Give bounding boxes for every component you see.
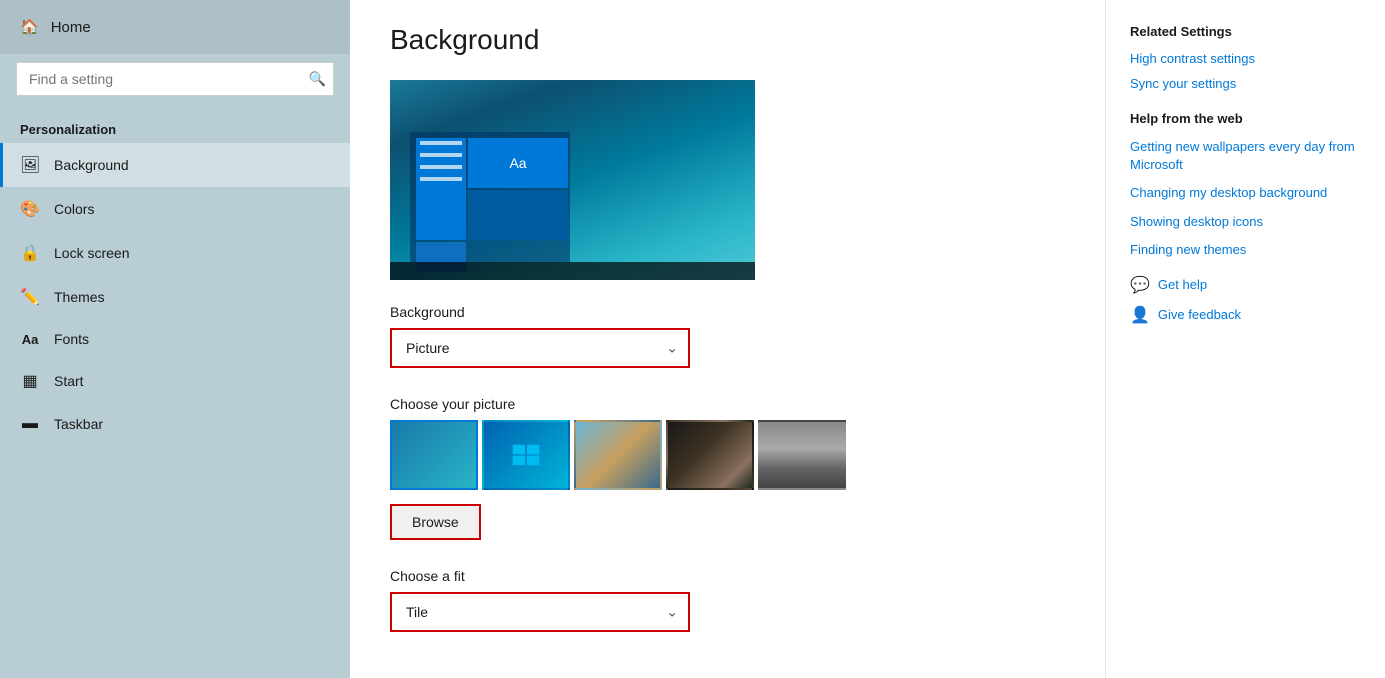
right-panel: Related Settings High contrast settings … bbox=[1105, 0, 1385, 678]
sidebar-item-label: Taskbar bbox=[54, 416, 103, 432]
choose-fit-section: Choose a fit Fill Fit Stretch Tile Cente… bbox=[390, 568, 1065, 632]
picture-thumb-waterfall[interactable] bbox=[758, 420, 846, 490]
sidebar-home-button[interactable]: 🏠 Home bbox=[0, 0, 350, 54]
sidebar-item-lock-screen[interactable]: 🔒 Lock screen bbox=[0, 231, 350, 275]
search-container: 🔍 bbox=[16, 62, 334, 96]
give-feedback-icon: 👤 bbox=[1130, 305, 1150, 325]
new-themes-link[interactable]: Finding new themes bbox=[1130, 241, 1361, 259]
picture-thumb-windows[interactable] bbox=[482, 420, 570, 490]
sidebar-item-fonts[interactable]: Aa Fonts bbox=[0, 319, 350, 359]
sidebar-section-label: Personalization bbox=[0, 112, 350, 143]
fonts-icon: Aa bbox=[20, 332, 40, 347]
home-label: Home bbox=[51, 19, 91, 36]
background-dropdown-wrapper: Picture Solid color Slideshow ⌄ bbox=[390, 328, 690, 368]
preview-taskbar bbox=[390, 262, 755, 280]
sidebar-item-start[interactable]: ▦ Start bbox=[0, 359, 350, 403]
give-feedback-link[interactable]: 👤 Give feedback bbox=[1130, 305, 1361, 325]
sidebar-item-label: Colors bbox=[54, 201, 94, 217]
preview-tile-sub1 bbox=[468, 190, 568, 240]
choose-picture-section: Choose your picture Browse bbox=[390, 396, 1065, 540]
sidebar-item-background[interactable]: 🖼 Background bbox=[0, 143, 350, 187]
sidebar-item-label: Lock screen bbox=[54, 245, 129, 261]
main-content: Background Aa bbox=[350, 0, 1105, 678]
action-links-container: 💬 Get help 👤 Give feedback bbox=[1130, 275, 1361, 325]
choose-picture-label: Choose your picture bbox=[390, 396, 1065, 412]
sidebar-item-label: Fonts bbox=[54, 331, 89, 347]
picture-thumb-dark[interactable] bbox=[666, 420, 754, 490]
background-dropdown[interactable]: Picture Solid color Slideshow bbox=[390, 328, 690, 368]
browse-button[interactable]: Browse bbox=[390, 504, 481, 540]
start-icon: ▦ bbox=[20, 371, 40, 391]
sidebar-item-themes[interactable]: ✏️ Themes bbox=[0, 275, 350, 319]
new-wallpapers-link[interactable]: Getting new wallpapers every day from Mi… bbox=[1130, 138, 1361, 174]
sidebar-item-taskbar[interactable]: ▬ Taskbar bbox=[0, 403, 350, 445]
windows-logo bbox=[511, 440, 541, 470]
preview-start-tiles: Aa bbox=[410, 132, 570, 262]
give-feedback-label: Give feedback bbox=[1158, 307, 1241, 322]
background-dropdown-label: Background bbox=[390, 304, 1065, 320]
high-contrast-link[interactable]: High contrast settings bbox=[1130, 51, 1361, 66]
change-bg-link[interactable]: Changing my desktop background bbox=[1130, 184, 1361, 202]
picture-thumb-ocean[interactable] bbox=[390, 420, 478, 490]
desktop-preview: Aa bbox=[390, 80, 755, 280]
sidebar-item-label: Background bbox=[54, 157, 129, 173]
background-section: Background Picture Solid color Slideshow… bbox=[390, 304, 1065, 368]
get-help-icon: 💬 bbox=[1130, 275, 1150, 295]
page-title: Background bbox=[390, 24, 1065, 56]
get-help-link[interactable]: 💬 Get help bbox=[1130, 275, 1361, 295]
sidebar: 🏠 Home 🔍 Personalization 🖼 Background 🎨 … bbox=[0, 0, 350, 678]
background-icon: 🖼 bbox=[20, 155, 40, 175]
get-help-label: Get help bbox=[1158, 277, 1207, 292]
home-icon: 🏠 bbox=[20, 18, 39, 36]
picture-thumb-beach[interactable] bbox=[574, 420, 662, 490]
help-title: Help from the web bbox=[1130, 111, 1361, 126]
choose-fit-label: Choose a fit bbox=[390, 568, 1065, 584]
desktop-icons-link[interactable]: Showing desktop icons bbox=[1130, 213, 1361, 231]
preview-tile-main: Aa bbox=[468, 138, 568, 188]
related-settings-title: Related Settings bbox=[1130, 24, 1361, 39]
themes-icon: ✏️ bbox=[20, 287, 40, 307]
picture-grid bbox=[390, 420, 1065, 490]
colors-icon: 🎨 bbox=[20, 199, 40, 219]
sidebar-item-colors[interactable]: 🎨 Colors bbox=[0, 187, 350, 231]
sidebar-item-label: Themes bbox=[54, 289, 105, 305]
fit-dropdown-wrapper: Fill Fit Stretch Tile Center Span ⌄ bbox=[390, 592, 690, 632]
preview-tile-left bbox=[416, 138, 466, 240]
lock-screen-icon: 🔒 bbox=[20, 243, 40, 263]
search-button[interactable]: 🔍 bbox=[309, 71, 326, 88]
fit-dropdown[interactable]: Fill Fit Stretch Tile Center Span bbox=[390, 592, 690, 632]
taskbar-icon: ▬ bbox=[20, 415, 40, 433]
sidebar-item-label: Start bbox=[54, 373, 84, 389]
sync-settings-link[interactable]: Sync your settings bbox=[1130, 76, 1361, 91]
search-input[interactable] bbox=[16, 62, 334, 96]
